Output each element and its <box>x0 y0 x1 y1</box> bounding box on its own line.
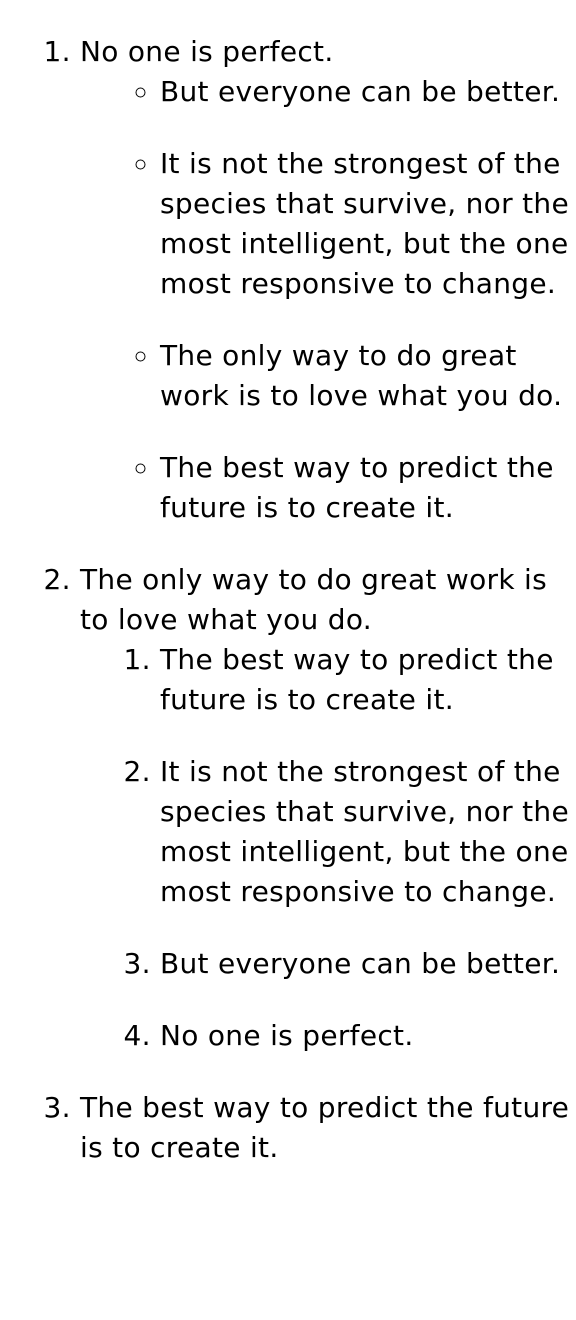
numbered-sublist: The best way to predict the future is to… <box>80 640 576 1056</box>
bullet-sublist: But everyone can be better. It is not th… <box>80 72 576 528</box>
sublist-item: The best way to predict the future is to… <box>160 448 575 528</box>
list-item-text: The only way to do great work is to love… <box>80 563 548 636</box>
sublist-item: The best way to predict the future is to… <box>160 640 575 720</box>
main-numbered-list: No one is perfect. But everyone can be b… <box>0 0 576 1168</box>
list-item-text: No one is perfect. <box>80 35 334 68</box>
sublist-item: But everyone can be better. <box>160 72 575 112</box>
sublist-item: No one is perfect. <box>160 1016 575 1056</box>
list-item-2: The only way to do great work is to love… <box>80 560 576 1056</box>
document-page: No one is perfect. But everyone can be b… <box>0 0 576 1320</box>
list-item-3: The best way to predict the future is to… <box>80 1088 576 1168</box>
sublist-item: The only way to do great work is to love… <box>160 336 575 416</box>
sublist-item: It is not the strongest of the species t… <box>160 752 575 912</box>
sublist-item: It is not the strongest of the species t… <box>160 144 575 304</box>
list-item-text: The best way to predict the future is to… <box>80 1091 570 1164</box>
list-item-1: No one is perfect. But everyone can be b… <box>80 32 576 528</box>
sublist-item: But everyone can be better. <box>160 944 575 984</box>
